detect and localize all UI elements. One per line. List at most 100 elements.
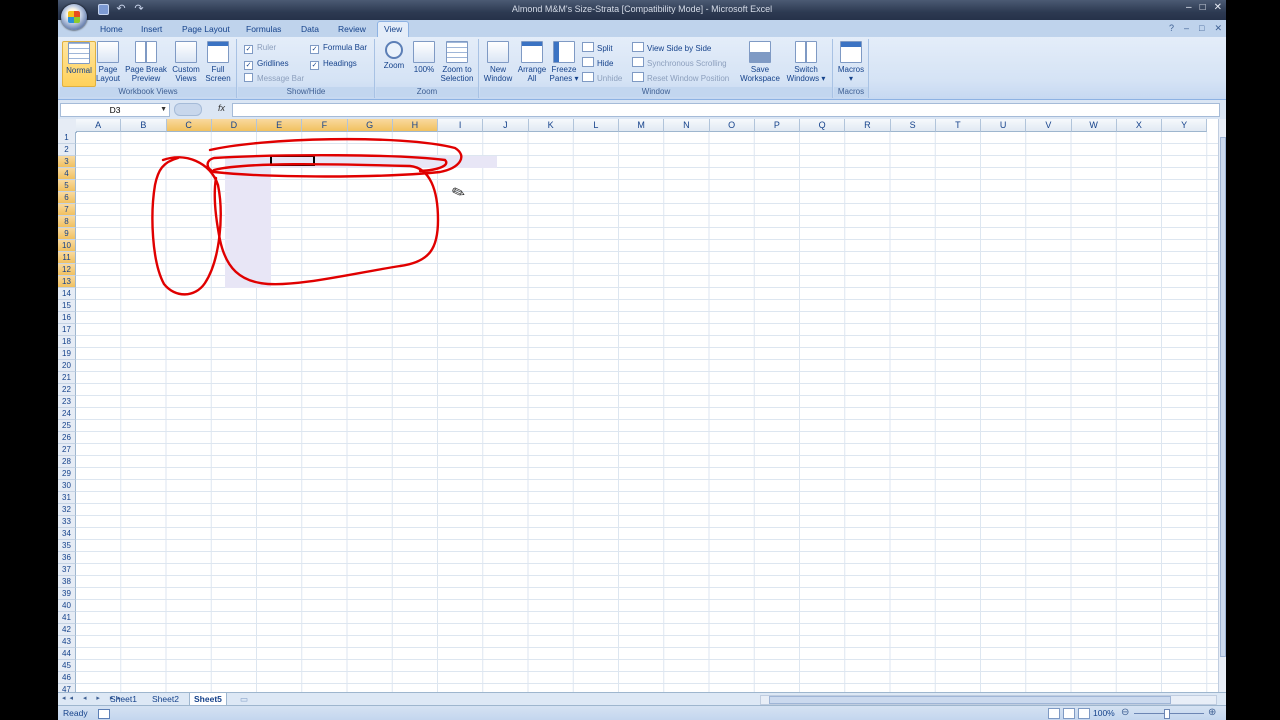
tab-formulas[interactable]: Formulas xyxy=(240,22,287,37)
row-header-15[interactable]: 15 xyxy=(58,300,76,312)
row-header-31[interactable]: 31 xyxy=(58,492,76,504)
row-header-21[interactable]: 21 xyxy=(58,372,76,384)
row-header-20[interactable]: 20 xyxy=(58,360,76,372)
arrange-all-button[interactable]: Arrange All xyxy=(516,41,548,83)
zoom-100-button[interactable]: 100% xyxy=(408,41,440,74)
column-header-q[interactable]: Q xyxy=(800,119,846,132)
row-header-24[interactable]: 24 xyxy=(58,408,76,420)
split-button[interactable]: Split xyxy=(582,42,613,54)
column-header-x[interactable]: X xyxy=(1116,119,1162,132)
row-header-4[interactable]: 4 xyxy=(58,168,76,180)
column-header-r[interactable]: R xyxy=(845,119,891,132)
zoom-slider-knob[interactable] xyxy=(1164,709,1170,719)
row-header-41[interactable]: 41 xyxy=(58,612,76,624)
formula-bar-checkbox[interactable]: ✓ Formula Bar xyxy=(310,42,367,54)
row-header-47[interactable]: 47 xyxy=(58,684,76,692)
office-button[interactable] xyxy=(61,4,87,30)
tab-insert[interactable]: Insert xyxy=(135,22,168,37)
row-header-46[interactable]: 46 xyxy=(58,672,76,684)
row-header-6[interactable]: 6 xyxy=(58,192,76,204)
column-header-s[interactable]: S xyxy=(890,119,936,132)
row-header-10[interactable]: 10 xyxy=(58,240,76,252)
page-layout-shortcut-icon[interactable] xyxy=(1063,708,1075,719)
row-header-30[interactable]: 30 xyxy=(58,480,76,492)
ruler-checkbox[interactable]: ✓ Ruler xyxy=(244,42,276,54)
full-screen-button[interactable]: Full Screen xyxy=(202,41,234,83)
column-header-w[interactable]: W xyxy=(1071,119,1117,132)
hide-button[interactable]: Hide xyxy=(582,57,613,69)
row-header-35[interactable]: 35 xyxy=(58,540,76,552)
name-box[interactable]: D3 ▼ xyxy=(60,103,170,117)
macros-button[interactable]: Macros ▾ xyxy=(835,41,867,83)
macro-record-icon[interactable] xyxy=(98,709,110,719)
row-header-18[interactable]: 18 xyxy=(58,336,76,348)
column-header-l[interactable]: L xyxy=(573,119,619,132)
message-bar-checkbox[interactable]: Message Bar xyxy=(244,73,304,85)
workbook-close-button[interactable]: ✕ xyxy=(1214,23,1222,34)
row-header-29[interactable]: 29 xyxy=(58,468,76,480)
cell-grid[interactable] xyxy=(76,132,1218,692)
active-cell-d3[interactable] xyxy=(270,155,315,166)
minimize-button[interactable]: – xyxy=(1186,2,1192,13)
row-header-5[interactable]: 5 xyxy=(58,180,76,192)
tab-page-layout[interactable]: Page Layout xyxy=(176,22,236,37)
name-box-dropdown-icon[interactable]: ▼ xyxy=(160,104,167,116)
row-header-22[interactable]: 22 xyxy=(58,384,76,396)
row-header-39[interactable]: 39 xyxy=(58,588,76,600)
freeze-panes-button[interactable]: Freeze Panes ▾ xyxy=(548,41,580,83)
column-header-f[interactable]: F xyxy=(302,119,348,132)
switch-windows-button[interactable]: Switch Windows ▾ xyxy=(784,41,828,83)
save-workspace-button[interactable]: Save Workspace xyxy=(738,41,782,83)
help-icon[interactable]: ? xyxy=(1169,23,1174,34)
column-header-b[interactable]: B xyxy=(121,119,167,132)
zoom-in-icon[interactable]: ⊕ xyxy=(1208,707,1216,718)
column-header-u[interactable]: U xyxy=(981,119,1027,132)
row-header-27[interactable]: 27 xyxy=(58,444,76,456)
normal-view-shortcut-icon[interactable] xyxy=(1048,708,1060,719)
zoom-level[interactable]: 100% xyxy=(1093,708,1115,718)
row-header-23[interactable]: 23 xyxy=(58,396,76,408)
row-header-25[interactable]: 25 xyxy=(58,420,76,432)
row-header-32[interactable]: 32 xyxy=(58,504,76,516)
horizontal-scroll-thumb[interactable] xyxy=(769,696,1171,704)
view-side-by-side-button[interactable]: View Side by Side xyxy=(632,42,711,54)
zoom-button[interactable]: Zoom xyxy=(378,41,410,70)
vertical-scroll-thumb[interactable] xyxy=(1220,137,1226,657)
column-header-t[interactable]: T xyxy=(935,119,981,132)
page-layout-view-button[interactable]: Page Layout xyxy=(92,41,124,83)
column-header-v[interactable]: V xyxy=(1026,119,1072,132)
sheet-tab-sheet2[interactable]: Sheet2 xyxy=(148,693,183,705)
zoom-to-selection-button[interactable]: Zoom to Selection xyxy=(438,41,476,83)
row-header-7[interactable]: 7 xyxy=(58,204,76,216)
synchronous-scrolling-button[interactable]: Synchronous Scrolling xyxy=(632,57,727,69)
horizontal-scrollbar[interactable] xyxy=(760,695,1217,705)
tab-view[interactable]: View xyxy=(377,21,410,37)
tab-review[interactable]: Review xyxy=(332,22,372,37)
column-header-g[interactable]: G xyxy=(347,119,393,132)
reset-window-position-button[interactable]: Reset Window Position xyxy=(632,72,729,84)
row-header-45[interactable]: 45 xyxy=(58,660,76,672)
row-header-16[interactable]: 16 xyxy=(58,312,76,324)
column-header-c[interactable]: C xyxy=(166,119,212,132)
column-header-m[interactable]: M xyxy=(619,119,665,132)
column-header-o[interactable]: O xyxy=(709,119,755,132)
maximize-button[interactable]: □ xyxy=(1200,2,1206,13)
row-header-11[interactable]: 11 xyxy=(58,252,76,264)
row-header-2[interactable]: 2 xyxy=(58,144,76,156)
workbook-restore-button[interactable]: □ xyxy=(1199,23,1204,34)
page-break-preview-button[interactable]: Page Break Preview xyxy=(124,41,168,83)
new-window-button[interactable]: New Window xyxy=(482,41,514,83)
row-header-40[interactable]: 40 xyxy=(58,600,76,612)
row-header-33[interactable]: 33 xyxy=(58,516,76,528)
tab-data[interactable]: Data xyxy=(295,22,325,37)
column-header-k[interactable]: K xyxy=(528,119,574,132)
normal-view-button[interactable]: Normal xyxy=(62,41,96,87)
row-header-26[interactable]: 26 xyxy=(58,432,76,444)
zoom-out-icon[interactable]: ⊖ xyxy=(1121,707,1129,718)
close-button[interactable]: ✕ xyxy=(1214,2,1222,13)
insert-function-icon[interactable]: fx xyxy=(218,103,225,113)
custom-views-button[interactable]: Custom Views xyxy=(170,41,202,83)
row-header-36[interactable]: 36 xyxy=(58,552,76,564)
formula-input[interactable] xyxy=(232,103,1220,117)
gridlines-checkbox[interactable]: ✓ Gridlines xyxy=(244,58,289,70)
